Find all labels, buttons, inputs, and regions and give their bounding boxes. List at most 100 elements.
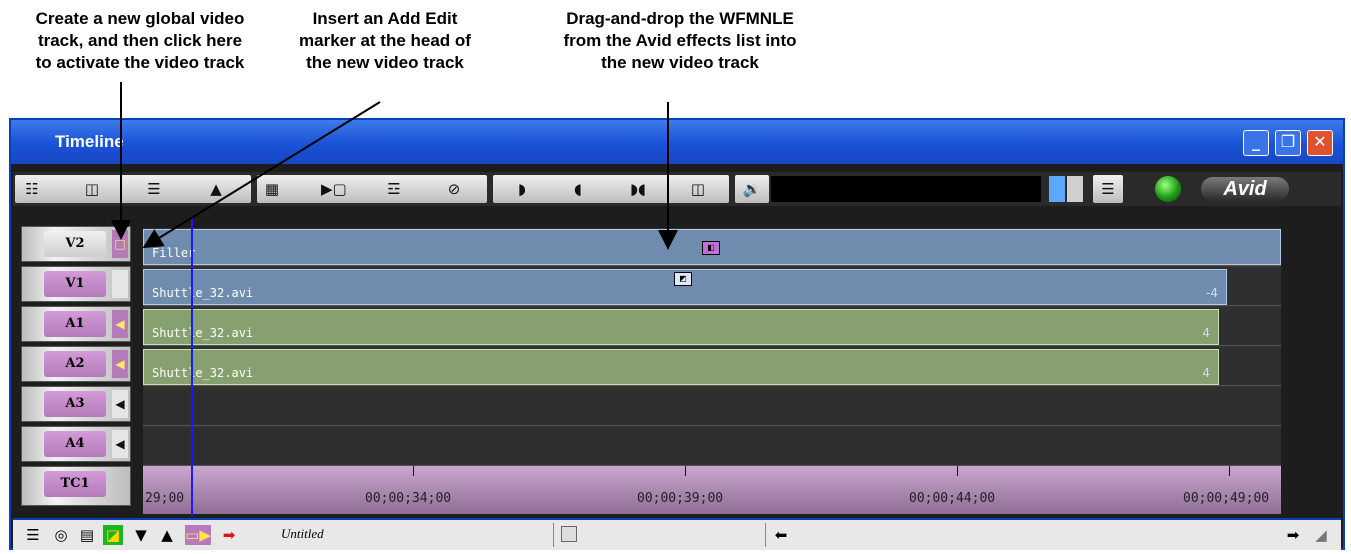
- effect-icon[interactable]: ◩: [674, 272, 692, 286]
- track-label-v2[interactable]: V2 □: [21, 226, 131, 262]
- resize-grip-icon[interactable]: ◢: [1311, 525, 1331, 545]
- track-name[interactable]: A2: [44, 351, 106, 377]
- separator: [553, 523, 554, 547]
- track-row-a4[interactable]: [143, 428, 1281, 466]
- track-name[interactable]: A1: [44, 311, 106, 337]
- ruler-icon[interactable]: ☰: [143, 178, 165, 200]
- timecode-display: [771, 176, 1041, 202]
- track-label-tc1[interactable]: TC1: [21, 466, 131, 506]
- track-color-blue[interactable]: [1049, 176, 1065, 202]
- track-row-v2[interactable]: Filler ◧: [143, 228, 1281, 266]
- sequence-name: Untitled: [281, 526, 324, 541]
- track-row-a3[interactable]: [143, 388, 1281, 426]
- track-row-a1[interactable]: Shuttle_32.avi 4: [143, 308, 1281, 346]
- timeline-window: Timeline _ ❐ ✕ ☷ ◫ ☰ ▲ ▦ ▶▢ ☲ ⊘ ◗ ◖ ◗◖ ◫…: [9, 118, 1345, 550]
- timecode-label: 00;00;34;00: [365, 491, 452, 506]
- track-label-a3[interactable]: A3 ◀: [21, 386, 131, 422]
- track-label-a1[interactable]: A1 ◀: [21, 306, 131, 342]
- lift-icon[interactable]: ☲: [383, 178, 405, 200]
- menu-icon[interactable]: ☰: [23, 525, 43, 545]
- clip-end-label: -4: [1206, 286, 1218, 300]
- mark-clip-icon[interactable]: ◗◖: [627, 178, 649, 200]
- track-label-v1[interactable]: V1: [21, 266, 131, 302]
- clip-end-label: 4: [1202, 326, 1210, 340]
- clip-v1[interactable]: Shuttle_32.avi ◩ -4: [143, 269, 1227, 305]
- window-icon[interactable]: ◫: [81, 178, 103, 200]
- track-row-v1[interactable]: Shuttle_32.avi ◩ -4: [143, 268, 1281, 306]
- scroll-right-icon[interactable]: ➡: [1283, 525, 1303, 545]
- separator: [765, 523, 766, 547]
- status-led-icon: [1155, 176, 1181, 202]
- callout-create-track: Create a new global video track, and the…: [35, 9, 245, 72]
- tool-group-4: 🔉: [735, 175, 769, 203]
- track-monitor-icon[interactable]: ◀: [112, 430, 128, 458]
- track-monitor-icon[interactable]: □: [112, 230, 128, 258]
- track-label-a4[interactable]: A4 ◀: [21, 426, 131, 462]
- track-monitor-icon[interactable]: ◀: [112, 310, 128, 338]
- track-name[interactable]: TC1: [44, 471, 106, 497]
- track-settings-icon[interactable]: ☷: [21, 178, 43, 200]
- down-arrow-icon[interactable]: ▼: [131, 525, 151, 545]
- timecode-label: 29;00: [145, 491, 185, 506]
- track-row-a2[interactable]: Shuttle_32.avi 4: [143, 348, 1281, 386]
- segment-in-icon[interactable]: ▶▢: [321, 178, 347, 200]
- close-button[interactable]: ✕: [1307, 130, 1333, 156]
- up-arrow-icon[interactable]: ▲: [157, 525, 177, 545]
- tool-group-1: ☷ ◫ ☰ ▲: [15, 175, 251, 203]
- timeline-bottom-bar: ☰ ◎ ▤ ◪ ▼ ▲ ▭▶ ➡ Untitled ⬅ ➡ ◢: [13, 518, 1341, 550]
- tick-mark: [685, 466, 686, 476]
- position-indicator[interactable]: [191, 218, 193, 516]
- tick-mark: [1229, 466, 1230, 476]
- no-entry-icon[interactable]: ⊘: [443, 178, 465, 200]
- eject-icon[interactable]: ▲: [205, 178, 227, 200]
- tool-group-3: ◗ ◖ ◗◖ ◫: [493, 175, 729, 203]
- timeline-tracks[interactable]: Filler ◧ Shuttle_32.avi ◩ -4 Shuttle_32.…: [143, 228, 1281, 514]
- track-monitor-icon[interactable]: [112, 270, 128, 298]
- restore-button[interactable]: ❐: [1275, 130, 1301, 156]
- track-name[interactable]: A3: [44, 391, 106, 417]
- timecode-ruler[interactable]: 29;00 00;00;34;00 00;00;39;00 00;00;44;0…: [143, 466, 1281, 514]
- timecode-label: 00;00;44;00: [909, 491, 996, 506]
- timecode-label: 00;00;49;00: [1183, 491, 1270, 506]
- window-title: Timeline: [55, 132, 124, 151]
- mark-in-icon[interactable]: ◗: [511, 178, 533, 200]
- split-icon[interactable]: ◫: [687, 178, 709, 200]
- timecode-label: 00;00;39;00: [637, 491, 724, 506]
- clip-end-label: 4: [1202, 366, 1210, 380]
- clip-name: Shuttle_32.avi: [152, 326, 254, 340]
- track-color-gray[interactable]: [1067, 176, 1083, 202]
- focus-icon[interactable]: ◎: [51, 525, 71, 545]
- tool-group-5: ☰: [1093, 175, 1123, 203]
- tick-mark: [413, 466, 414, 476]
- tool-group-2: ▦ ▶▢ ☲ ⊘: [257, 175, 487, 203]
- track-name[interactable]: V2: [44, 231, 106, 257]
- scroll-left-icon[interactable]: ⬅: [771, 525, 791, 545]
- track-name[interactable]: A4: [44, 431, 106, 457]
- title-bar[interactable]: Timeline _ ❐ ✕: [11, 120, 1343, 164]
- clip-filler[interactable]: Filler ◧: [143, 229, 1281, 265]
- track-label-a2[interactable]: A2 ◀: [21, 346, 131, 382]
- mark-out-icon[interactable]: ◖: [567, 178, 589, 200]
- track-monitor-icon[interactable]: ◀: [112, 350, 128, 378]
- minimize-button[interactable]: _: [1243, 130, 1269, 156]
- speaker-icon[interactable]: 🔉: [741, 178, 763, 200]
- track-name[interactable]: V1: [44, 271, 106, 297]
- clip-a2[interactable]: Shuttle_32.avi 4: [143, 349, 1219, 385]
- avid-logo: Avid: [1201, 177, 1289, 201]
- effect-icon[interactable]: ◧: [702, 241, 720, 255]
- edit-mode-icon[interactable]: ◪: [103, 525, 123, 545]
- clip-name: Filler: [152, 246, 196, 260]
- red-arrow-icon[interactable]: ➡: [219, 525, 239, 545]
- clip-name: Shuttle_32.avi: [152, 286, 254, 300]
- track-view-icon[interactable]: ▤: [77, 525, 97, 545]
- clip-a1[interactable]: Shuttle_32.avi 4: [143, 309, 1219, 345]
- scroll-thumb[interactable]: [561, 526, 577, 542]
- tick-mark: [957, 466, 958, 476]
- timeline-toolbar: ☷ ◫ ☰ ▲ ▦ ▶▢ ☲ ⊘ ◗ ◖ ◗◖ ◫ 🔉 ☰ Avid: [13, 172, 1341, 206]
- list-icon[interactable]: ☰: [1097, 178, 1119, 200]
- callout-drag-drop: Drag-and-drop the WFMNLE from the Avid e…: [563, 9, 797, 72]
- film-frame-icon[interactable]: ▦: [261, 178, 283, 200]
- segment-mode-icon[interactable]: ▭▶: [185, 525, 211, 545]
- clip-name: Shuttle_32.avi: [152, 366, 254, 380]
- track-monitor-icon[interactable]: ◀: [112, 390, 128, 418]
